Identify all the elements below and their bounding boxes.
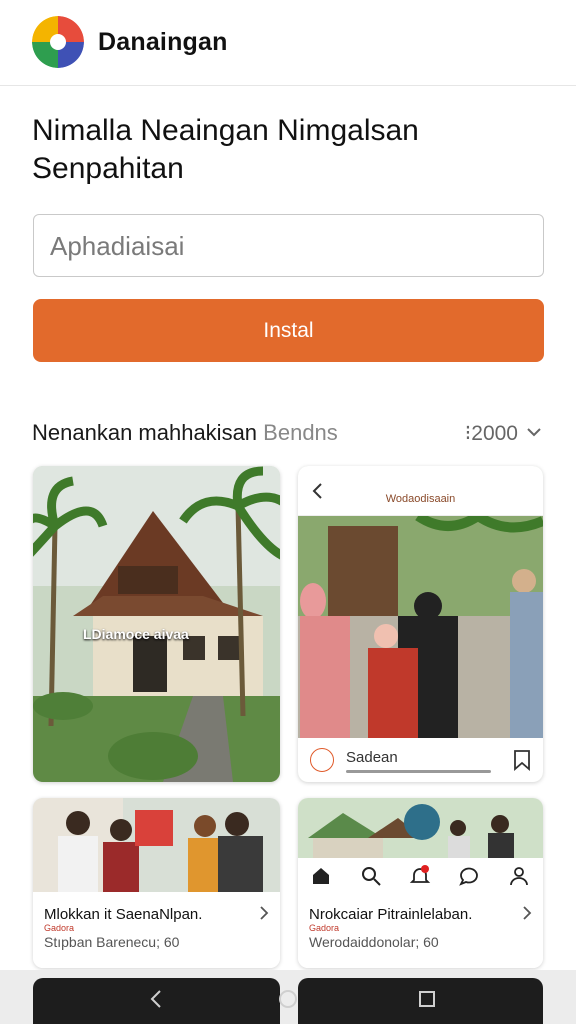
section-count[interactable]: ⁝2000 xyxy=(465,421,518,446)
home-button-icon[interactable] xyxy=(277,988,299,1010)
image-label: LDiamoce aivaa xyxy=(83,626,189,642)
card-caption: Sadean xyxy=(346,749,398,766)
village-photo xyxy=(298,798,543,858)
avatar[interactable] xyxy=(310,748,334,772)
chevron-down-icon[interactable] xyxy=(524,422,544,442)
card-subtitle: Werodaiddonolar; 60 xyxy=(309,934,439,950)
card-family-photo[interactable]: Wodaodisaain Sadean xyxy=(298,466,543,782)
app-title: Danaingan xyxy=(98,28,228,56)
section-title-muted: Bendns xyxy=(263,420,338,445)
house-photo xyxy=(33,466,280,782)
card-caption-area: Mlokkan it SaenaNlpan. Gadora Stıpban Ba… xyxy=(33,892,280,968)
card-house-photo[interactable]: LDiamoce aivaa xyxy=(33,466,280,782)
progress-line xyxy=(346,770,491,773)
notification-icon[interactable] xyxy=(409,865,431,887)
section-title: Nenankan mahhakisan Bendns xyxy=(32,420,338,446)
card-tag: Gadora xyxy=(309,923,340,933)
home-icon[interactable] xyxy=(310,865,332,887)
app-header: Danaingan xyxy=(0,0,576,86)
chevron-right-icon[interactable] xyxy=(258,906,270,920)
card-topbar: Wodaodisaain xyxy=(298,466,543,516)
profile-icon[interactable] xyxy=(508,865,530,887)
bookmark-icon[interactable] xyxy=(513,749,531,771)
card-subtitle: Stıpban Barenecu; 60 xyxy=(44,934,180,950)
section-title-main: Nenankan mahhakisan xyxy=(32,420,258,445)
install-button[interactable]: Instal xyxy=(33,299,544,362)
chevron-right-icon[interactable] xyxy=(521,906,533,920)
system-nav-bar xyxy=(0,970,576,1024)
section-header: Nenankan mahhakisan Bendns ⁝2000 xyxy=(32,418,544,448)
search-input[interactable]: Aphadiaisai xyxy=(33,214,544,277)
app-logo-icon[interactable] xyxy=(32,16,84,68)
search-icon[interactable] xyxy=(360,865,382,887)
chat-icon[interactable] xyxy=(458,865,480,887)
card-title: Nrokcaiar Pitrainlelaban. xyxy=(309,906,473,923)
card-title: Mlokkan it SaenaNlpan. xyxy=(44,906,203,923)
card-people-1[interactable]: Mlokkan it SaenaNlpan. Gadora Stıpban Ba… xyxy=(33,798,280,968)
card-caption-area: Nrokcaiar Pitrainlelaban. Gadora Werodai… xyxy=(298,892,543,968)
people-photo xyxy=(33,798,280,892)
back-icon[interactable] xyxy=(146,988,168,1010)
card-brand: Wodaodisaain xyxy=(385,493,456,505)
card-footer: Sadean xyxy=(298,738,543,782)
bottom-nav xyxy=(298,858,543,892)
card-tag: Gadora xyxy=(44,923,75,933)
recents-icon[interactable] xyxy=(416,988,438,1010)
card-people-2[interactable]: Nrokcaiar Pitrainlelaban. Gadora Werodai… xyxy=(298,798,543,968)
page-headline: Nimalla Neaingan Nimgalsan Senpahitan xyxy=(32,114,419,185)
